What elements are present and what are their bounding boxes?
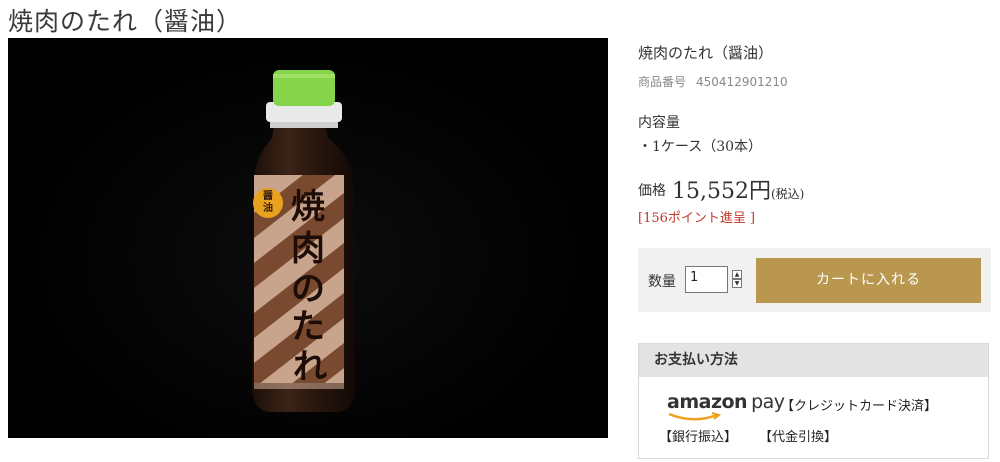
payment-method-bank: 【銀行振込】 <box>659 430 738 445</box>
quantity-down-button[interactable]: ▼ <box>732 279 742 288</box>
pay-logo-text: pay <box>751 391 785 413</box>
capacity-label: 内容量 <box>638 115 680 131</box>
quantity-stepper: ▲ ▼ <box>732 270 742 288</box>
tax-note: (税込) <box>770 187 805 201</box>
sku-row: 商品番号 450412901210 <box>638 73 788 90</box>
points-note: [156ポイント進呈 ] <box>638 211 756 226</box>
svg-text:た: た <box>291 307 325 347</box>
capacity-value: ・1ケース（30本） <box>638 139 763 155</box>
svg-text:れ: れ <box>293 347 327 387</box>
svg-text:肉: 肉 <box>291 229 325 269</box>
quantity-label: 数量 <box>648 274 676 290</box>
cart-box: 数量 1 ▲ ▼ カートに入れる <box>638 248 991 312</box>
amazon-pay-logo: amazon pay <box>667 391 785 413</box>
payment-methods-box: お支払い方法 amazon pay 【クレジットカード決済】 【銀行振込】 【代金… <box>638 343 989 459</box>
bottle-badge-text: 醤 <box>263 189 273 202</box>
sku-label: 商品番号 <box>638 75 687 89</box>
price-label: 価格 <box>638 183 666 199</box>
add-to-cart-button[interactable]: カートに入れる <box>756 258 981 303</box>
payment-method-credit: 【クレジットカード決済】 <box>781 399 938 414</box>
bottle-label-text: 焼 肉 の た れ <box>291 187 327 387</box>
price-value: 15,552円 <box>672 179 771 204</box>
payment-method-cod: 【代金引換】 <box>759 430 838 445</box>
quantity-up-button[interactable]: ▲ <box>732 270 742 279</box>
svg-text:油: 油 <box>263 201 273 214</box>
product-image: 醤 油 焼 肉 の た れ <box>8 38 608 438</box>
amazon-logo-text: amazon <box>667 391 748 413</box>
sku-value: 450412901210 <box>696 75 788 89</box>
product-name: 焼肉のたれ（醤油） <box>638 44 774 62</box>
svg-text:焼: 焼 <box>291 187 325 227</box>
price-row: 価格 15,552円(税込) <box>638 173 804 205</box>
payment-header: お支払い方法 <box>639 344 988 377</box>
quantity-input[interactable]: 1 <box>685 266 728 293</box>
amazon-smile-icon <box>668 412 722 421</box>
svg-text:の: の <box>291 269 325 309</box>
page-title: 焼肉のたれ（醤油） <box>8 7 243 36</box>
